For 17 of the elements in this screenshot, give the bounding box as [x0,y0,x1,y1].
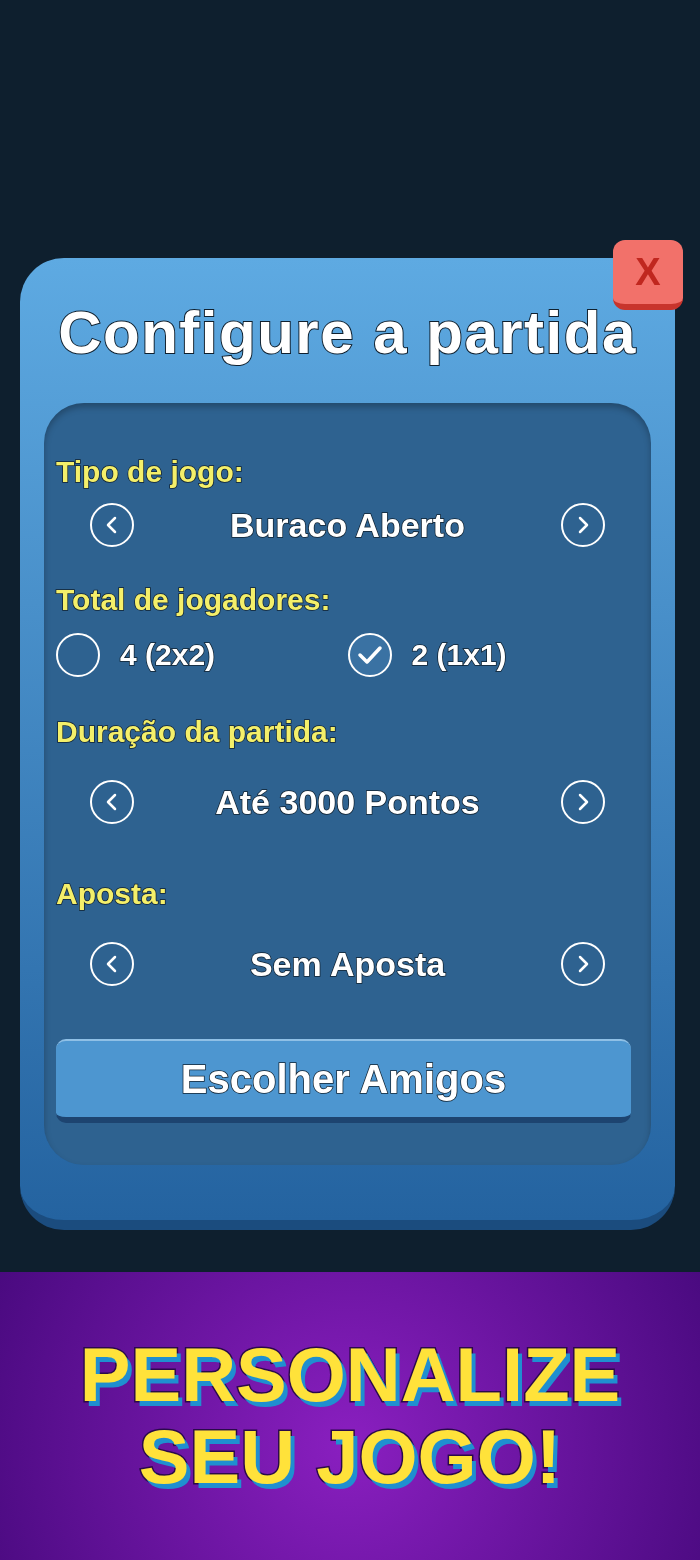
setting-value: Até 3000 Pontos [215,785,480,819]
banner-headline: PERSONALIZE [79,1337,621,1413]
setting-label: Aposta: [56,879,168,909]
setting-value: Sem Aposta [249,947,446,981]
player-count-option[interactable]: 4 (2x2) [56,633,348,677]
setting-label: Total de jogadores: [56,585,331,615]
setting-value: Buraco Aberto [230,508,465,542]
next-button[interactable] [561,503,605,547]
banner-headline: SEU JOGO! [138,1419,562,1495]
next-button[interactable] [561,942,605,986]
next-button[interactable] [561,780,605,824]
player-count-option[interactable]: 2 (1x1) [347,633,639,677]
previous-button[interactable] [90,503,134,547]
previous-button[interactable] [90,780,134,824]
previous-button[interactable] [90,942,134,986]
setting-label: Duração da partida: [56,717,338,747]
setting-label: Tipo de jogo: [56,457,244,487]
